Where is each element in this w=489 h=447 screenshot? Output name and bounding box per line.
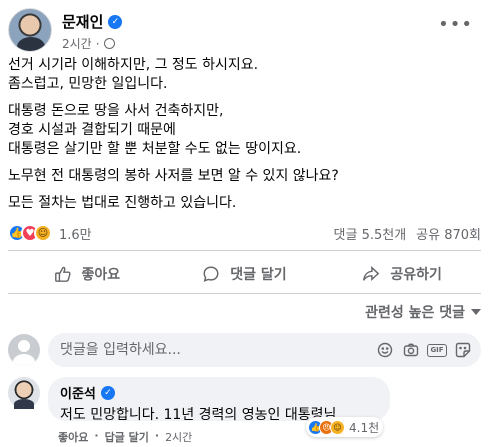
post-paragraph: 노무현 전 대통령의 봉하 사저를 보면 알 수 있지 않나요? (8, 168, 339, 184)
composer-icons: GIF (377, 342, 471, 358)
post-stats: 댓글 5.5천개 공유 870회 (334, 224, 481, 243)
post-paragraph: 모든 절차는 법대로 진행하고 있습니다. (8, 195, 237, 211)
post-meta: 2시간 · (62, 35, 115, 52)
divider (8, 250, 481, 251)
post-header: 문재인 ✓ 2시간 · ••• (8, 8, 481, 54)
chevron-down-icon (471, 309, 481, 315)
camera-icon[interactable] (403, 342, 419, 358)
share-count[interactable]: 공유 870회 (416, 224, 481, 243)
share-button[interactable]: 공유하기 (323, 257, 481, 291)
author-name[interactable]: 문재인 (62, 11, 103, 32)
verified-icon: ✓ (100, 385, 115, 400)
comment-reactions[interactable]: 👍 😠 ☺ 4.1천 (306, 417, 384, 437)
haha-icon: ☺ (330, 419, 345, 435)
comment-bubble: 이준석 ✓ 저도 민망합니다. 11년 경력의 영농인 대통령님. (48, 377, 390, 423)
comment-actions: 좋아요 · 답글 달기 · 2시간 (58, 429, 193, 445)
commenter-row: 이준석 ✓ (60, 383, 378, 402)
divider (8, 293, 481, 294)
comment-reply-button[interactable]: 답글 달기 (105, 429, 149, 445)
reactions-bar: 👍 ♥ ☺ 1.6만 댓글 5.5천개 공유 870회 (8, 222, 481, 244)
more-options-icon[interactable]: ••• (438, 14, 473, 35)
share-label: 공유하기 (390, 267, 442, 283)
user-avatar[interactable] (8, 334, 40, 366)
author-avatar[interactable] (8, 8, 52, 52)
comment-input[interactable] (60, 342, 377, 358)
verified-icon: ✓ (108, 14, 123, 29)
post-body: 선거 시기라 이해하지만, 그 정도 하시지요. 좀스럽고, 민망한 일입니다.… (8, 56, 481, 221)
comment-label: 댓글 달기 (230, 267, 287, 283)
share-icon (363, 266, 380, 282)
post-actions: 좋아요 댓글 달기 공유하기 (8, 257, 481, 291)
haha-icon[interactable]: ☺ (34, 224, 52, 242)
like-label: 좋아요 (81, 267, 121, 283)
comment-like-button[interactable]: 좋아요 (58, 429, 88, 445)
sort-label: 관련성 높은 댓글 (365, 305, 465, 321)
author-name-row[interactable]: 문재인 ✓ (62, 11, 123, 32)
post-paragraph: 대통령 돈으로 땅을 사서 건축하지만, 경호 시설과 결합되기 때문에 대통령… (8, 103, 302, 157)
comment-button[interactable]: 댓글 달기 (166, 257, 324, 291)
post-time[interactable]: 2시간 (62, 35, 92, 52)
comment-sort-dropdown[interactable]: 관련성 높은 댓글 (365, 302, 481, 322)
thumbs-up-icon (54, 266, 71, 282)
comment-icon (203, 266, 219, 282)
comment-reaction-count: 4.1천 (349, 420, 380, 435)
sticker-icon[interactable] (455, 342, 471, 358)
gif-icon[interactable]: GIF (427, 342, 447, 358)
emoji-icon[interactable] (377, 342, 393, 358)
globe-icon (103, 38, 115, 49)
comment-composer: GIF (8, 333, 481, 367)
like-button[interactable]: 좋아요 (8, 257, 166, 291)
comment-input-wrapper: GIF (48, 333, 481, 367)
post-paragraph: 선거 시기라 이해하지만, 그 정도 하시지요. 좀스럽고, 민망한 일입니다. (8, 57, 259, 92)
commenter-avatar[interactable] (8, 377, 40, 409)
reaction-count[interactable]: 1.6만 (59, 224, 92, 243)
comment-time[interactable]: 2시간 (165, 429, 192, 445)
commenter-name[interactable]: 이준석 (60, 383, 96, 402)
comment-count[interactable]: 댓글 5.5천개 (334, 224, 407, 243)
